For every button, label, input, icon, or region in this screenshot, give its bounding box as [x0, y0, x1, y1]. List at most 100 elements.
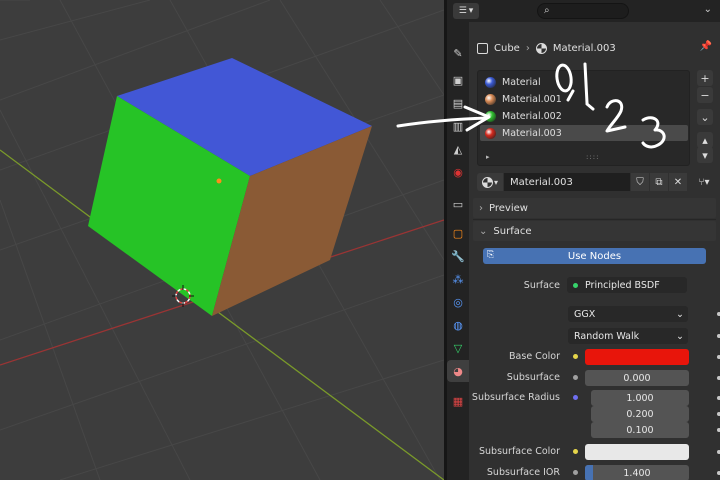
options-chevron-icon[interactable]: ⌄: [704, 4, 712, 15]
browse-material-button[interactable]: ▾: [477, 173, 503, 191]
chevron-down-icon: ▾: [493, 177, 498, 187]
material-preview-icon: [485, 76, 496, 88]
subsurface-color-swatch[interactable]: [585, 444, 689, 460]
blender-window: ☰ ▾ ⌕ ⌄ ✎ ▣ ▤ ▥ ◭ ◉ ▭ ▢ 🔧 ⁂ ◎ ◍ ▽ ◕ ▦ Cu…: [0, 0, 720, 480]
expand-arrow-icon[interactable]: ▸: [486, 153, 490, 161]
subsurface-method-value: Random Walk: [574, 330, 640, 342]
material-slot-active[interactable]: Material.003: [480, 125, 688, 141]
constraints-tab-icon[interactable]: ◍: [447, 314, 469, 336]
color-socket-icon: [573, 354, 578, 359]
material-slot[interactable]: Material.001: [480, 91, 688, 107]
chevron-right-icon: ›: [479, 202, 483, 214]
subsurface-color-label: Subsurface Color: [478, 446, 560, 457]
particles-tab-icon[interactable]: ⁂: [447, 268, 469, 290]
breadcrumb-object: Cube: [494, 42, 520, 54]
texture-tab-icon[interactable]: ▦: [447, 390, 469, 412]
slot-specials-button[interactable]: ⌄: [697, 109, 713, 125]
chevron-down-icon: ⌄: [676, 308, 684, 320]
add-slot-button[interactable]: +: [697, 70, 713, 86]
subsurface-label: Subsurface: [506, 372, 560, 383]
material-preview-icon: [485, 127, 496, 139]
material-preview-icon: [485, 93, 496, 105]
material-datablock-row: ▾ Material.003 ⛉ ⧉ ✕ ⑂▾: [477, 173, 712, 191]
vector-socket-icon: [573, 395, 578, 400]
distribution-dropdown[interactable]: GGX ⌄: [568, 306, 688, 322]
modifier-tab-icon[interactable]: 🔧: [447, 245, 469, 267]
node-tree-icon: ⎘: [487, 250, 495, 260]
use-nodes-label: Use Nodes: [567, 250, 622, 262]
material-tab-icon[interactable]: ◕: [447, 360, 469, 382]
chevron-down-icon: ▾: [468, 6, 474, 16]
fake-user-shield-icon[interactable]: ⛉: [631, 173, 649, 191]
subsurface-field[interactable]: 0.000: [585, 370, 689, 386]
material-slot-label: Material: [502, 76, 541, 88]
subsurface-ior-value: 1.400: [623, 467, 651, 479]
subsurface-radius-z-field[interactable]: 0.100: [591, 422, 689, 438]
move-slot-up-button[interactable]: ▴: [697, 132, 713, 148]
slider-fill: [585, 465, 594, 480]
subsurface-radius-x-field[interactable]: 1.000: [591, 390, 689, 406]
material-preview-icon: [485, 110, 496, 122]
use-nodes-button[interactable]: ⎘ Use Nodes: [483, 248, 706, 264]
properties-editor-icon: ☰: [458, 6, 467, 16]
render-tab-icon[interactable]: ▣: [447, 69, 469, 91]
material-slot-label: Material.001: [502, 93, 562, 105]
node-link-icon[interactable]: ⑂▾: [691, 173, 717, 191]
properties-header: ☰ ▾ ⌕ ⌄: [447, 0, 720, 22]
divider: [473, 219, 716, 220]
subsurface-method-dropdown[interactable]: Random Walk ⌄: [568, 328, 688, 344]
material-slot-label: Material.003: [502, 127, 562, 139]
duplicate-material-icon[interactable]: ⧉: [650, 173, 668, 191]
breadcrumb-material: Material.003: [552, 42, 616, 54]
surface-label: Surface: [523, 280, 560, 291]
material-properties-panel: Cube › Material.003 📌 Material Material.…: [469, 22, 720, 480]
editor-type-button[interactable]: ☰ ▾: [453, 3, 479, 19]
material-slot[interactable]: Material: [480, 74, 688, 90]
subsurface-radius-y-field[interactable]: 0.200: [591, 406, 689, 422]
chevron-down-icon: ⌄: [479, 225, 488, 237]
preview-section-header[interactable]: › Preview: [473, 198, 716, 218]
physics-tab-icon[interactable]: ◎: [447, 291, 469, 313]
object-tab-icon[interactable]: ▢: [447, 222, 469, 244]
section-title: Surface: [493, 225, 532, 237]
properties-tabs: ✎ ▣ ▤ ▥ ◭ ◉ ▭ ▢ 🔧 ⁂ ◎ ◍ ▽ ◕ ▦: [447, 22, 469, 480]
data-tab-icon[interactable]: ▽: [447, 337, 469, 359]
value-socket-icon: [573, 375, 578, 380]
material-slot-list[interactable]: Material Material.001 Material.002 Mater…: [477, 70, 690, 166]
value-socket-icon: [573, 470, 578, 475]
unlink-material-icon[interactable]: ✕: [669, 173, 687, 191]
resize-grip-icon[interactable]: ::::: [586, 153, 599, 161]
3d-viewport[interactable]: [0, 0, 444, 480]
search-input[interactable]: [556, 4, 626, 18]
subsurface-ior-label: Subsurface IOR: [486, 467, 560, 478]
collection-tab-icon[interactable]: ▭: [447, 193, 469, 215]
surface-shader-field[interactable]: Principled BSDF: [567, 277, 687, 293]
view-layer-tab-icon[interactable]: ▥: [447, 115, 469, 137]
material-slot-label: Material.002: [502, 110, 562, 122]
breadcrumb-separator-icon: ›: [525, 42, 530, 54]
object-icon: [477, 42, 488, 54]
breadcrumb: Cube › Material.003: [477, 40, 616, 56]
chevron-down-icon: ⌄: [676, 330, 684, 342]
subsurface-radius-label: Subsurface Radius: [471, 392, 560, 403]
tool-tab-icon[interactable]: ✎: [447, 42, 469, 64]
world-tab-icon[interactable]: ◉: [447, 161, 469, 183]
remove-slot-button[interactable]: −: [697, 87, 713, 103]
scene-tab-icon[interactable]: ◭: [447, 138, 469, 160]
move-slot-down-button[interactable]: ▾: [697, 147, 713, 163]
subsurface-ior-field[interactable]: 1.400: [585, 465, 689, 480]
search-field[interactable]: ⌕: [537, 3, 629, 19]
output-tab-icon[interactable]: ▤: [447, 92, 469, 114]
surface-section-header[interactable]: ⌄ Surface: [473, 221, 716, 241]
shader-socket-icon: [573, 283, 578, 288]
material-icon: [535, 42, 547, 54]
section-title: Preview: [489, 202, 528, 214]
base-color-swatch[interactable]: [585, 349, 689, 365]
material-slot[interactable]: Material.002: [480, 108, 688, 124]
object-origin-dot: [216, 178, 222, 184]
distribution-value: GGX: [574, 308, 596, 320]
viewport-scene[interactable]: [0, 0, 444, 480]
material-name-field[interactable]: Material.003: [504, 173, 630, 191]
search-icon: ⌕: [544, 5, 550, 16]
pin-icon[interactable]: 📌: [700, 41, 712, 52]
